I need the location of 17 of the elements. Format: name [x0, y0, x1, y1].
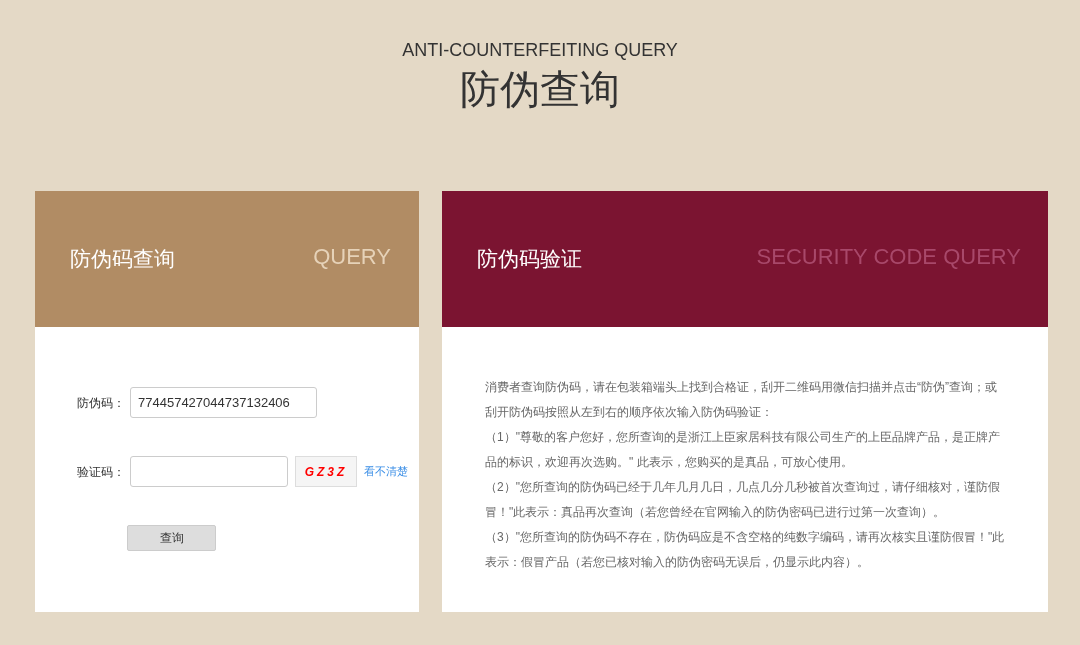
- panel-title: 防伪码验证: [477, 246, 582, 273]
- page-title: 防伪查询: [460, 66, 620, 113]
- instruction-paragraph: （2）"您所查询的防伪码已经于几年几月几日，几点几分几秒被首次查询过，请仔细核对，谨防假冒！"此表示：真品再次查询（若您曾经在官网输入的防伪密码已进行过第一次查询）。: [485, 479, 1001, 521]
- panel-title: 防伪码查询: [70, 246, 175, 273]
- field-label: 防伪码：: [77, 394, 126, 412]
- panel-title-watermark: SECURITY CODE QUERY: [756, 242, 1021, 271]
- instruction-paragraph: 消费者查询防伪码，请在包装箱端头上找到合格证，刮开二维码用微信扫描并点击“防伪”查询；或刮开防伪码按照从左到右的顺序依次输入防伪码验证：: [485, 379, 998, 421]
- field-label: 验证码：: [77, 463, 126, 481]
- panel-title-watermark: QUERY: [313, 242, 391, 271]
- instruction-paragraph: （3）"您所查询的防伪码不存在，防伪码应是不含空格的纯数字编码，请再次核实且谨防假冒！"此表示：假冒产品（若您已核对输入的防伪密码无误后，仍显示此内容）。: [485, 529, 1006, 571]
- code-input-field[interactable]: 774457427044737132406: [130, 387, 317, 418]
- captcha-image: GZ3Z: [295, 456, 357, 487]
- captcha-input-field[interactable]: [130, 456, 288, 487]
- query-button[interactable]: 查询: [127, 525, 216, 551]
- instruction-paragraph: （1）"尊敬的客户您好，您所查询的是浙江上臣家居科技有限公司生产的上臣品牌产品，是正牌产品的标识，欢迎再次选购。" 此表示，您购买的是真品，可放心使用。: [485, 429, 1001, 471]
- page-subtitle: ANTI-COUNTERFEITING QUERY: [402, 39, 678, 62]
- refresh-captcha-link[interactable]: 看不清楚: [364, 463, 408, 480]
